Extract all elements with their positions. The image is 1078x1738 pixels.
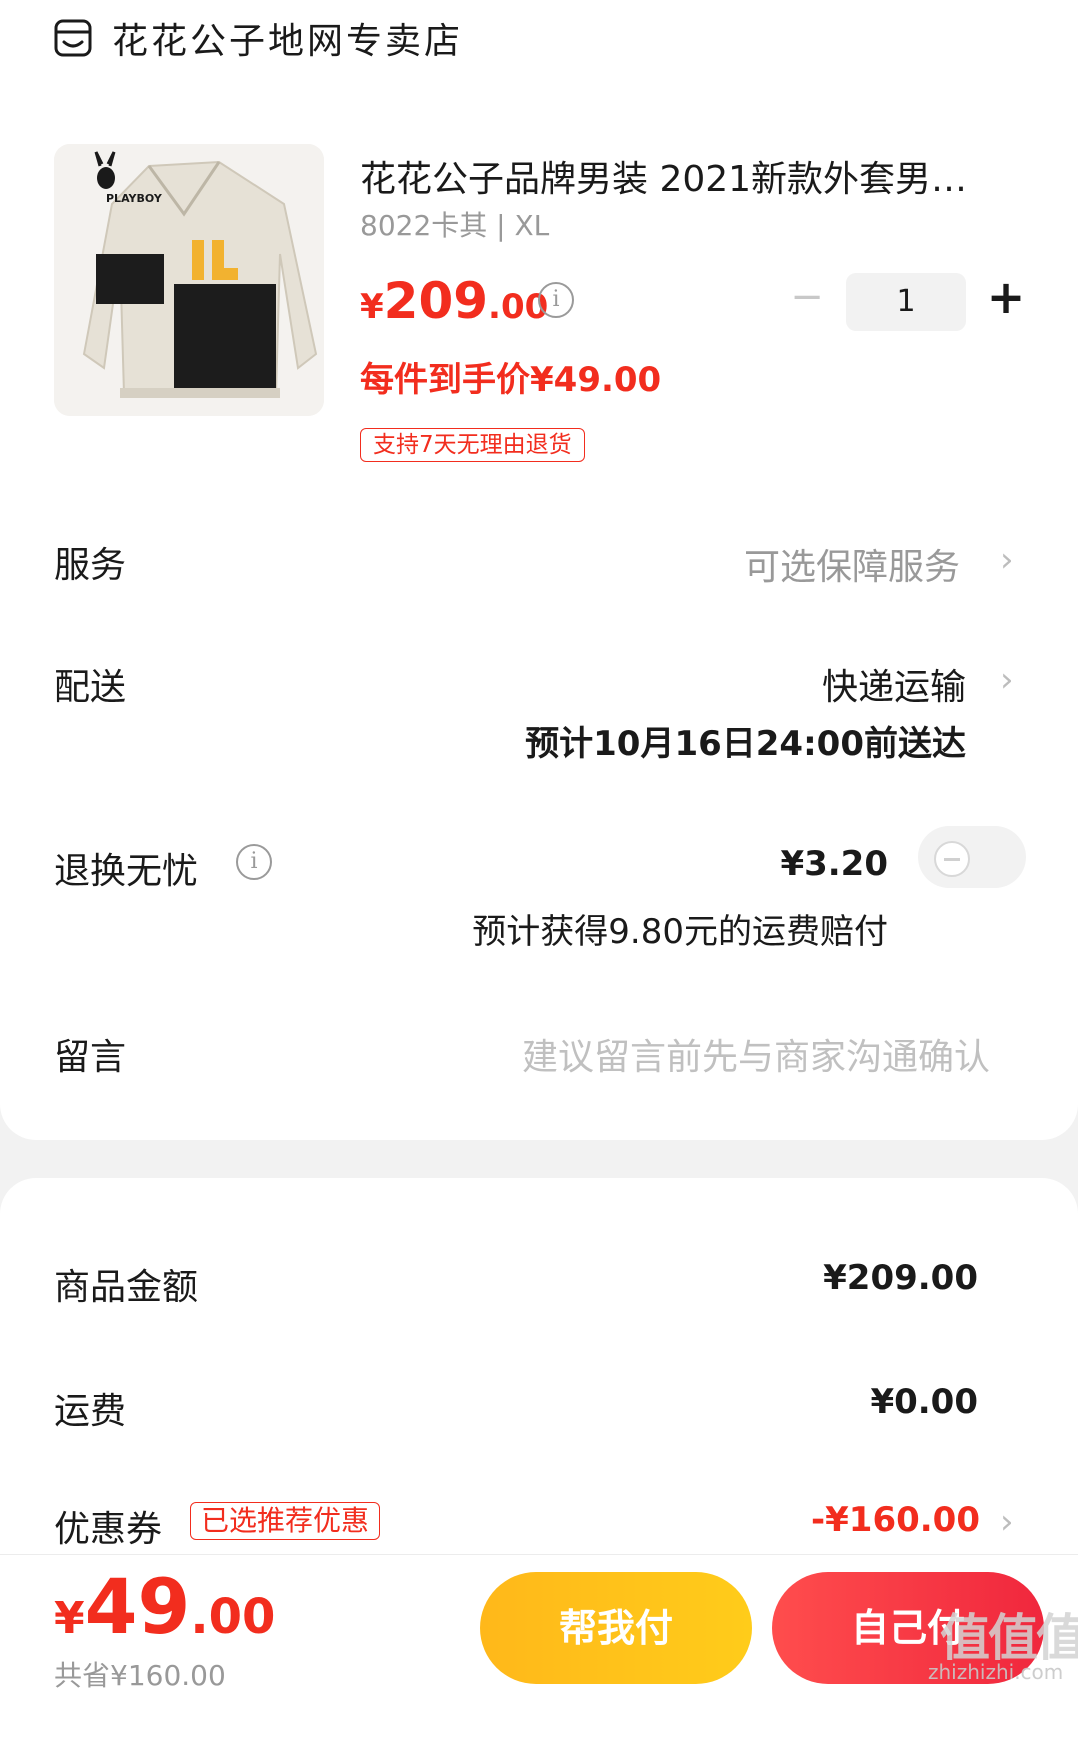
store-name[interactable]: 花花公子地网专卖店 <box>112 12 463 64</box>
product-title[interactable]: 花花公子品牌男装 2021新款外套男… <box>360 150 1020 202</box>
total-integer: 49 <box>84 1562 191 1651</box>
coupon-badge: 已选推荐优惠 <box>190 1502 381 1540</box>
delivery-label: 配送 <box>54 667 127 708</box>
message-label: 留言 <box>54 1037 127 1078</box>
coupon-chevron-icon[interactable]: › <box>1000 1502 1014 1542</box>
coupon-value[interactable]: -¥160.00 <box>811 1500 980 1540</box>
delivery-method[interactable]: 快递运输 <box>822 658 966 710</box>
delivery-eta: 预计10月16日24:00前送达 <box>525 724 966 764</box>
quantity-decrease-button[interactable]: − <box>790 277 824 317</box>
product-spec[interactable]: 8022卡其 | XL <box>360 204 549 244</box>
return-worry-info-icon[interactable]: i <box>236 844 272 880</box>
price-per-item: 每件到手价¥49.00 <box>360 360 662 400</box>
total-currency: ¥ <box>54 1593 85 1644</box>
return-worry-compensation: 预计获得9.80元的运费赔付 <box>472 912 888 952</box>
quantity-increase-button[interactable]: + <box>986 274 1026 320</box>
help-me-pay-button[interactable]: 帮我付 <box>480 1572 752 1684</box>
price-info-icon[interactable]: i <box>538 282 574 318</box>
message-input[interactable]: 建议留言前先与商家沟通确认 <box>522 1028 990 1080</box>
goods-amount-value: ¥209.00 <box>823 1258 978 1298</box>
total-saved: 共省¥160.00 <box>54 1659 226 1692</box>
goods-amount-label: 商品金额 <box>54 1267 199 1308</box>
toggle-off-icon <box>934 841 970 877</box>
service-chevron-icon[interactable]: › <box>1000 540 1014 580</box>
shipping-value: ¥0.00 <box>870 1382 978 1422</box>
product-price: ¥209.00 <box>360 272 548 330</box>
price-integer: 209 <box>383 272 489 330</box>
return-worry-price: ¥3.20 <box>780 844 888 884</box>
price-currency: ¥ <box>360 287 384 327</box>
total-decimal: .00 <box>190 1589 276 1645</box>
return-worry-label: 退换无忧 <box>54 851 199 892</box>
return-policy-badge: 支持7天无理由退货 <box>360 428 585 462</box>
shipping-label: 运费 <box>54 1391 127 1432</box>
service-label: 服务 <box>54 545 127 586</box>
coupon-label: 优惠券 <box>54 1509 163 1550</box>
product-image[interactable]: PLAYBOY <box>54 144 324 416</box>
total-price: ¥49.00 <box>54 1562 275 1651</box>
playboy-logo-text: PLAYBOY <box>106 192 163 205</box>
quantity-input[interactable]: 1 <box>846 273 966 331</box>
site-watermark-url: zhizhizhi.com <box>928 1660 1064 1684</box>
return-worry-toggle[interactable] <box>918 826 1026 888</box>
service-value[interactable]: 可选保障服务 <box>744 538 960 590</box>
delivery-chevron-icon[interactable]: › <box>1000 660 1014 700</box>
store-icon <box>54 19 92 57</box>
